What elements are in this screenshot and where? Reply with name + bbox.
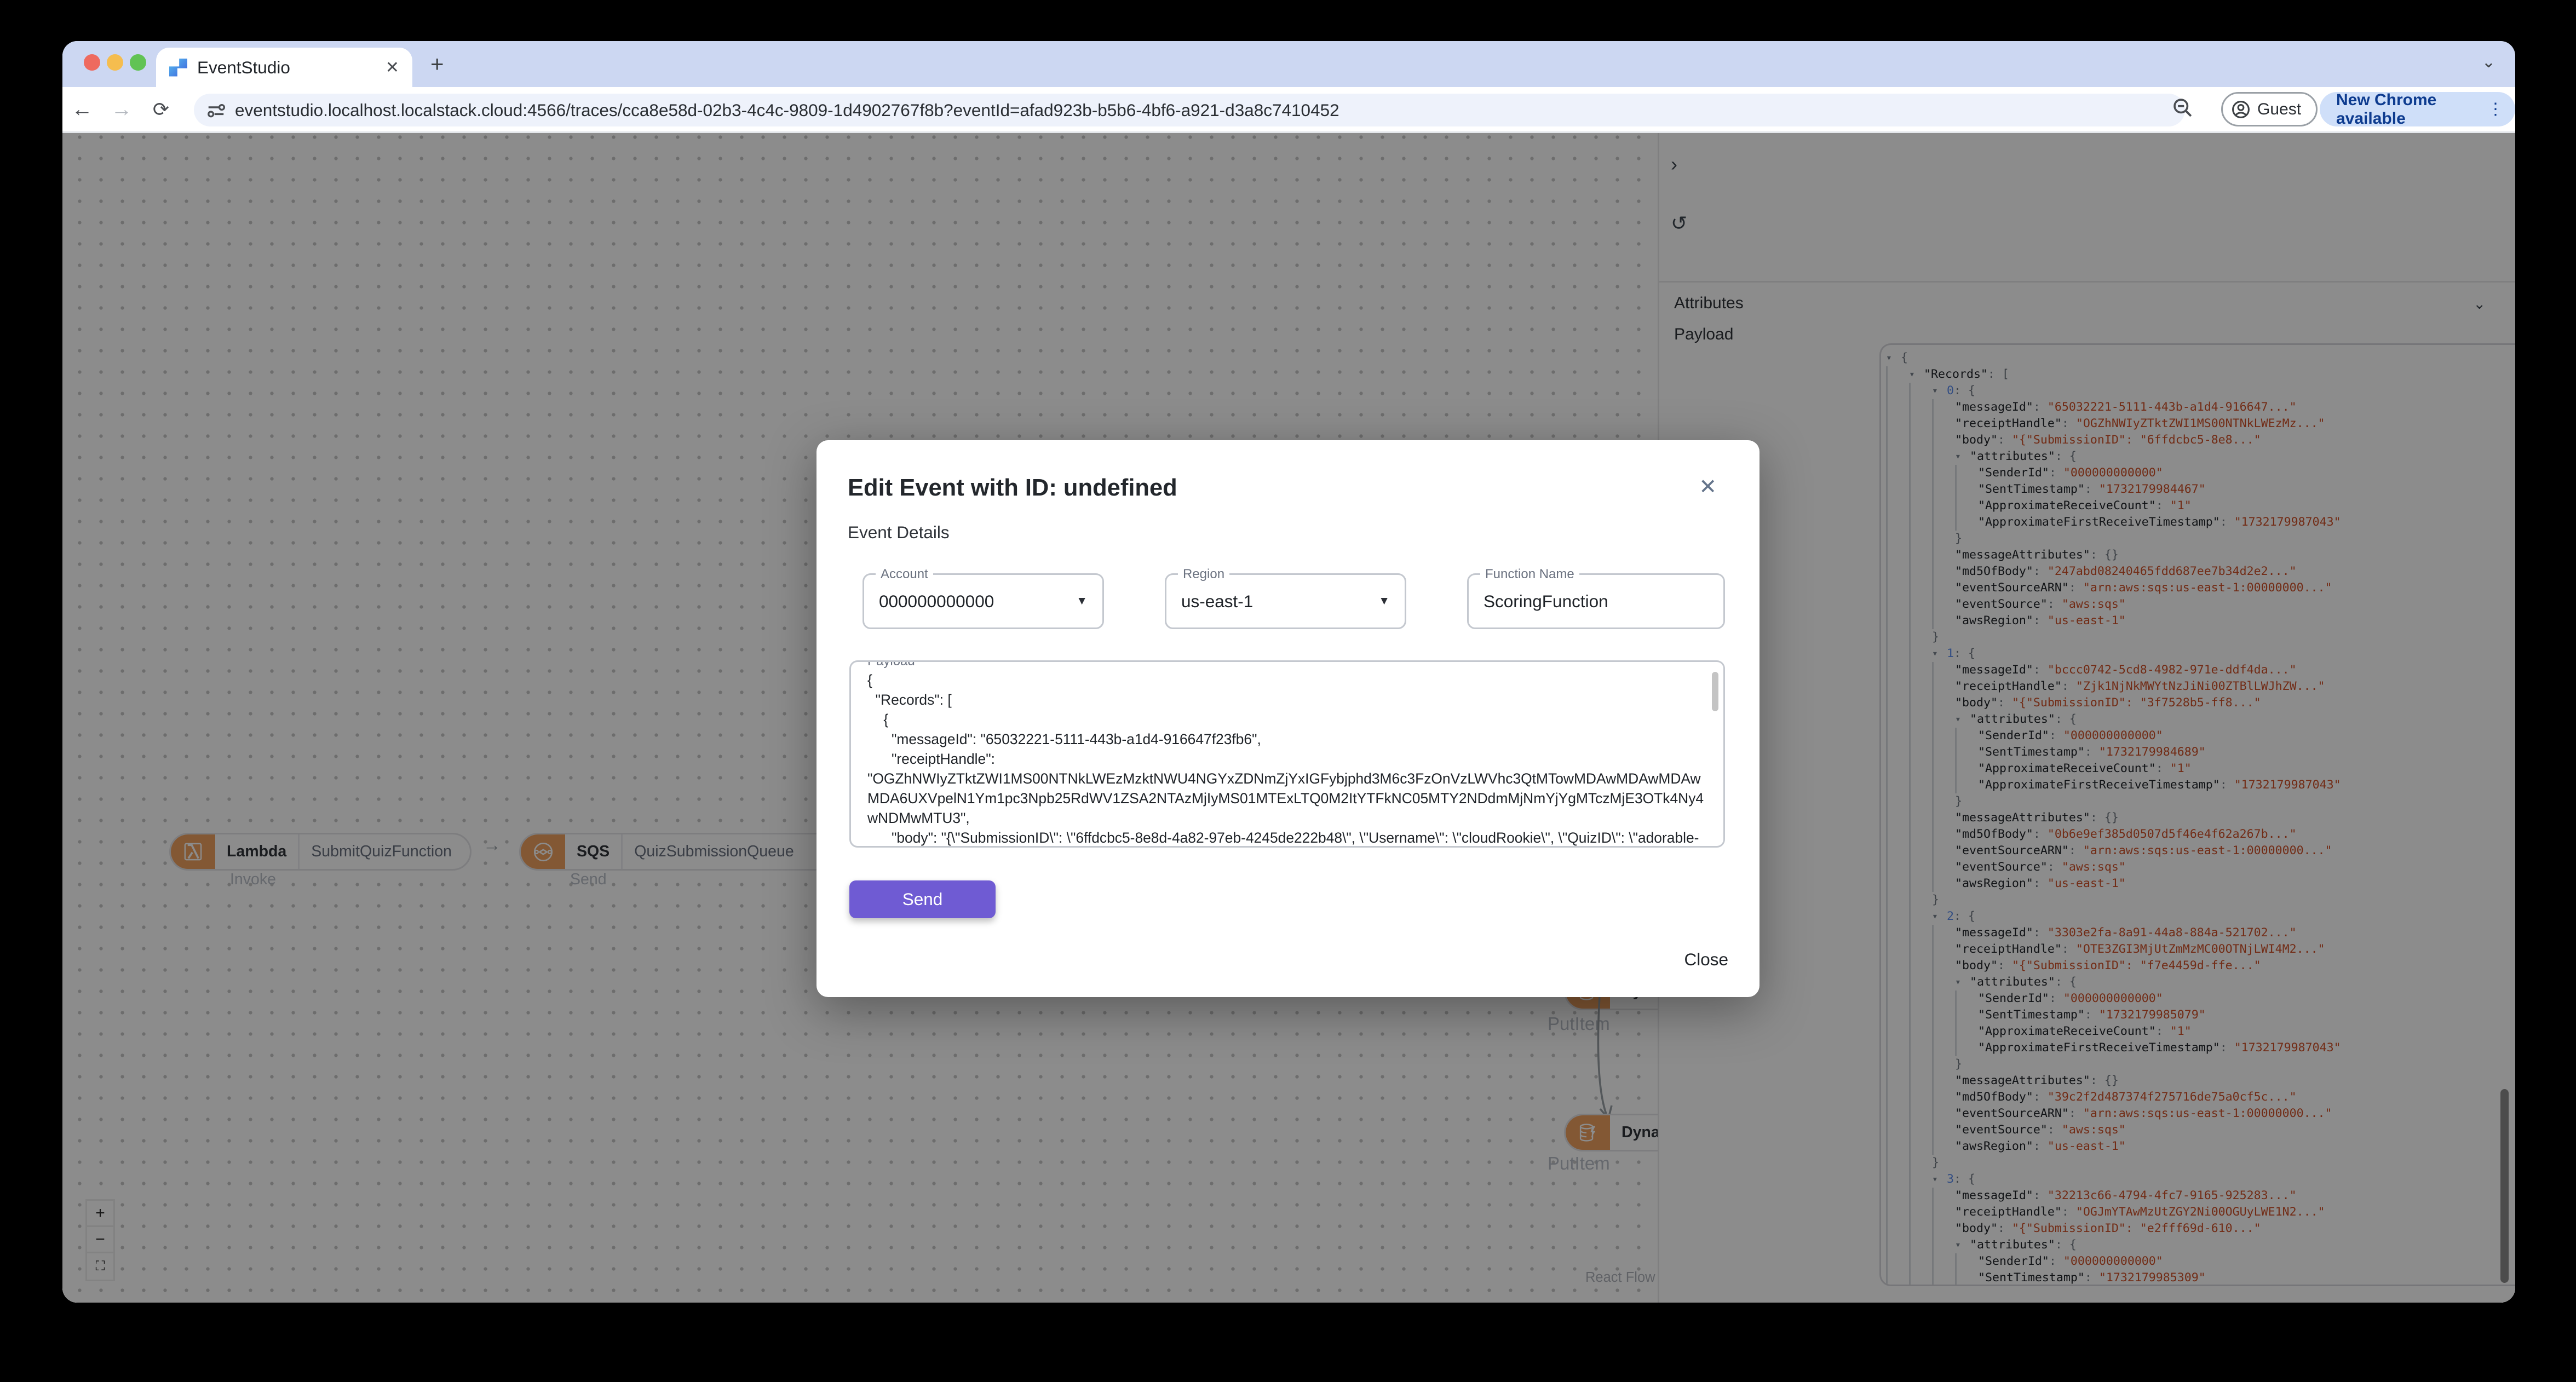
- screenshot-root: EventStudio ✕ + ⌄ ← → ⟳ eventstudio.loca…: [0, 0, 2576, 1382]
- browser-tab[interactable]: EventStudio ✕: [156, 48, 412, 87]
- page-content: Lambda SubmitQuizFunction → SQS QuizSubm…: [62, 133, 2515, 1303]
- avatar-icon: [2232, 100, 2250, 118]
- account-value: 000000000000: [879, 591, 994, 611]
- payload-scrollbar-thumb[interactable]: [1712, 672, 1718, 711]
- page-scrollbar-thumb[interactable]: [2500, 1089, 2509, 1283]
- edit-event-modal: Edit Event with ID: undefined ✕ Event De…: [817, 440, 1760, 997]
- profile-label: Guest: [2257, 100, 2302, 118]
- browser-toolbar: ← → ⟳ eventstudio.localhost.localstack.c…: [62, 87, 2515, 133]
- tab-search-icon[interactable]: ⌄: [2482, 53, 2496, 72]
- zoom-out-icon[interactable]: [2172, 97, 2193, 118]
- chrome-update-button[interactable]: New Chrome available ⋮: [2320, 90, 2515, 128]
- close-button[interactable]: Close: [1684, 949, 1728, 970]
- new-tab-button[interactable]: +: [430, 51, 444, 77]
- function-name-label: Function Name: [1480, 567, 1579, 582]
- window-minimize-button[interactable]: [107, 54, 123, 71]
- send-button[interactable]: Send: [849, 880, 996, 918]
- site-settings-icon[interactable]: [207, 101, 225, 119]
- tab-close-icon[interactable]: ✕: [382, 58, 403, 77]
- window-zoom-button[interactable]: [130, 54, 146, 71]
- modal-title: Edit Event with ID: undefined: [848, 475, 1177, 501]
- payload-textarea[interactable]: Payload { "Records": [ { "messageId": "6…: [849, 660, 1725, 848]
- window-close-button[interactable]: [84, 54, 100, 71]
- payload-text: { "Records": [ { "messageId": "65032221-…: [867, 672, 1704, 846]
- reload-icon[interactable]: ⟳: [141, 98, 181, 121]
- region-label: Region: [1178, 567, 1230, 582]
- browser-window: EventStudio ✕ + ⌄ ← → ⟳ eventstudio.loca…: [62, 41, 2515, 1303]
- event-details-label: Event Details: [848, 522, 950, 542]
- account-select[interactable]: Account 000000000000 ▼: [863, 567, 1104, 629]
- account-label: Account: [876, 567, 933, 582]
- tab-strip: EventStudio ✕ + ⌄: [62, 41, 2515, 87]
- chrome-update-label: New Chrome available: [2336, 90, 2437, 128]
- browser-menu-icon[interactable]: ⋮: [2487, 100, 2504, 119]
- tab-title: EventStudio: [197, 57, 290, 77]
- payload-label: Payload: [863, 662, 920, 669]
- eventstudio-favicon-icon: [169, 58, 187, 77]
- dropdown-caret-icon[interactable]: ▼: [1378, 595, 1390, 608]
- back-icon[interactable]: ←: [62, 97, 102, 122]
- region-select[interactable]: Region us-east-1 ▼: [1165, 567, 1406, 629]
- url-text: eventstudio.localhost.localstack.cloud:4…: [235, 100, 1339, 120]
- address-bar[interactable]: eventstudio.localhost.localstack.cloud:4…: [194, 94, 2185, 126]
- function-name-value: ScoringFunction: [1484, 591, 1608, 611]
- modal-close-icon[interactable]: ✕: [1699, 475, 1717, 499]
- function-name-field[interactable]: Function Name ScoringFunction: [1467, 567, 1725, 629]
- profile-button[interactable]: Guest: [2221, 92, 2318, 126]
- dropdown-caret-icon[interactable]: ▼: [1076, 595, 1088, 608]
- region-value: us-east-1: [1181, 591, 1254, 611]
- forward-icon[interactable]: →: [102, 97, 141, 122]
